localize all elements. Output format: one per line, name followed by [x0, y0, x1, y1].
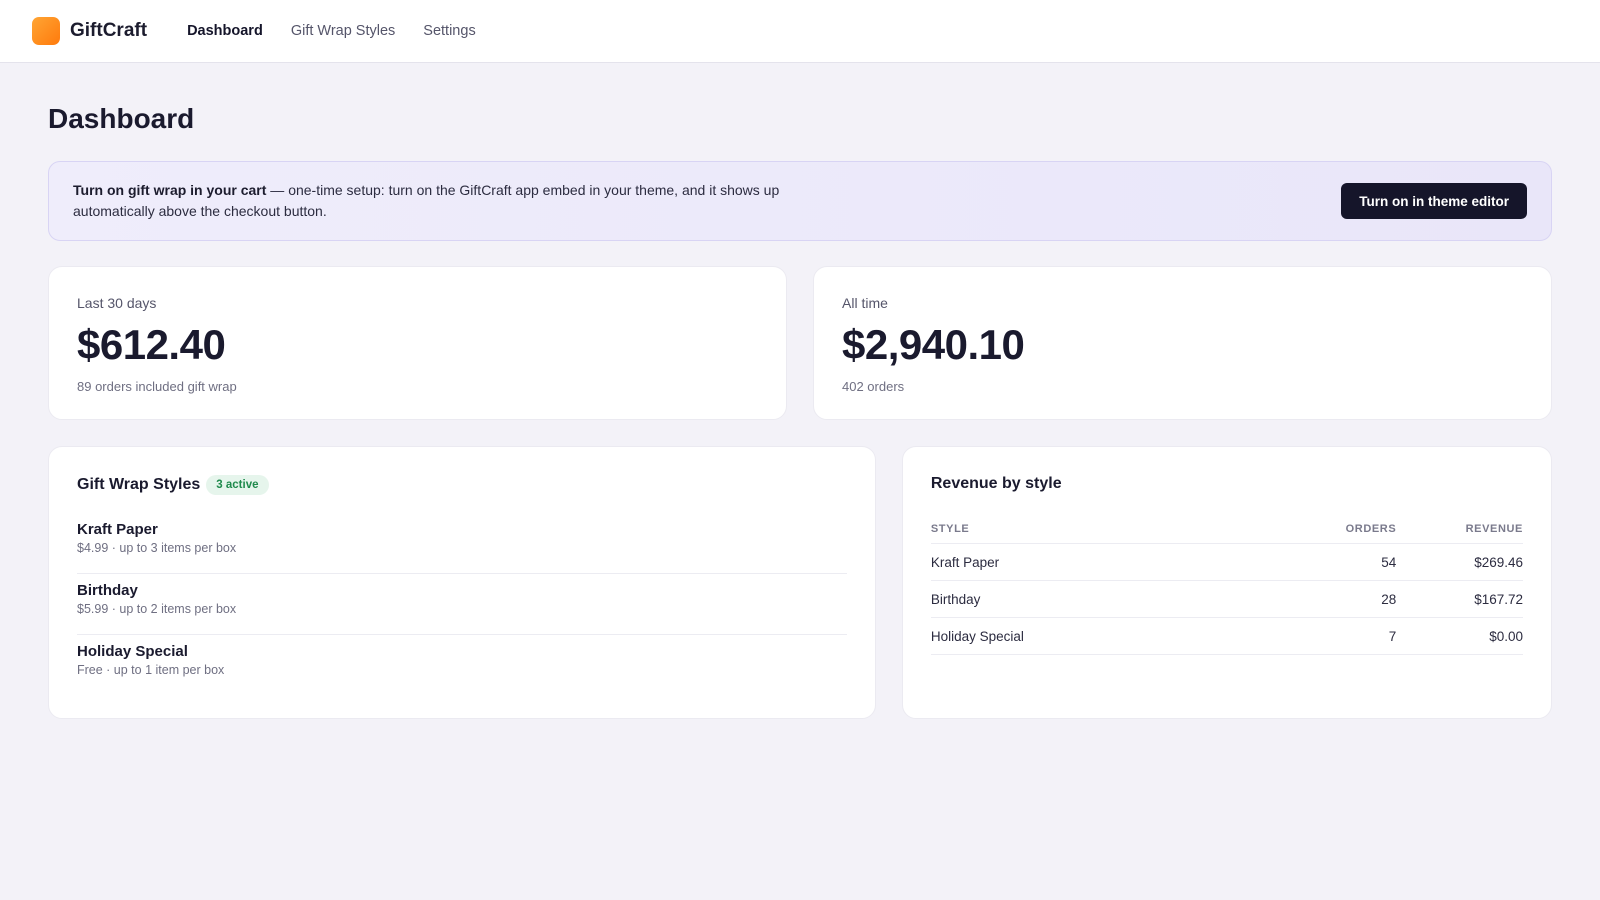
- style-name: Birthday: [77, 582, 138, 599]
- top-bar: GiftCraft Dashboard Gift Wrap Styles Set…: [0, 0, 1600, 63]
- style-list-item[interactable]: Birthday $5.99 · up to 2 items per box: [77, 574, 847, 635]
- brand-name: GiftCraft: [70, 20, 148, 41]
- nav-dashboard[interactable]: Dashboard: [187, 23, 263, 39]
- stats-row: Last 30 days $612.40 89 orders included …: [48, 266, 1552, 420]
- main-nav: Dashboard Gift Wrap Styles Settings: [187, 23, 476, 39]
- column-header-orders: ORDERS: [1136, 511, 1397, 544]
- stat-subtext: 89 orders included gift wrap: [77, 379, 237, 394]
- stat-label: Last 30 days: [77, 295, 157, 311]
- cell-style: Kraft Paper: [930, 543, 1137, 581]
- cell-orders: 7: [1136, 617, 1397, 655]
- cell-orders: 28: [1136, 580, 1397, 618]
- giftcraft-logo-icon: [32, 17, 60, 45]
- column-header-style: STYLE: [930, 511, 1137, 544]
- cell-style: Birthday: [930, 580, 1137, 618]
- table-row: Holiday Special 7 $0.00: [930, 617, 1523, 655]
- revenue-table: STYLE ORDERS REVENUE Kraft Paper 54 $269…: [930, 511, 1523, 655]
- style-description: $4.99 · up to 3 items per box: [77, 541, 237, 555]
- card-title: Gift Wrap Styles: [77, 476, 201, 493]
- table-row: Birthday 28 $167.72: [930, 580, 1523, 618]
- turn-on-theme-editor-button[interactable]: Turn on in theme editor: [1341, 183, 1527, 219]
- banner-text: Turn on gift wrap in your cart — one-tim…: [73, 180, 833, 222]
- style-name: Holiday Special: [77, 643, 188, 660]
- table-row: Kraft Paper 54 $269.46: [930, 543, 1523, 581]
- style-description: Free · up to 1 item per box: [77, 663, 225, 677]
- stat-label: All time: [842, 295, 888, 311]
- lower-row: Gift Wrap Styles 3 active Kraft Paper $4…: [48, 446, 1552, 719]
- revenue-by-style-card: Revenue by style STYLE ORDERS REVENUE Kr…: [901, 446, 1552, 719]
- style-list-item[interactable]: Holiday Special Free · up to 1 item per …: [77, 635, 847, 696]
- stat-value: $2,940.10: [842, 321, 1025, 368]
- stat-card-last-30-days: Last 30 days $612.40 89 orders included …: [48, 266, 787, 420]
- stat-value: $612.40: [77, 321, 226, 368]
- gift-wrap-styles-card: Gift Wrap Styles 3 active Kraft Paper $4…: [48, 446, 876, 719]
- table-header-row: STYLE ORDERS REVENUE: [930, 511, 1523, 544]
- nav-settings[interactable]: Settings: [423, 23, 475, 39]
- setup-banner: Turn on gift wrap in your cart — one-tim…: [48, 161, 1552, 241]
- main-content: Dashboard Turn on gift wrap in your cart…: [0, 63, 1600, 719]
- active-count-badge: 3 active: [206, 475, 269, 495]
- banner-bold-text: Turn on gift wrap in your cart: [73, 182, 267, 198]
- cell-revenue: $0.00: [1396, 617, 1523, 655]
- cell-orders: 54: [1136, 543, 1397, 581]
- stat-subtext: 402 orders: [842, 379, 905, 394]
- cell-style: Holiday Special: [930, 617, 1137, 655]
- nav-gift-wrap-styles[interactable]: Gift Wrap Styles: [291, 23, 395, 39]
- style-description: $5.99 · up to 2 items per box: [77, 602, 237, 616]
- card-title: Revenue by style: [930, 475, 1062, 492]
- cell-revenue: $269.46: [1396, 543, 1523, 581]
- page-title: Dashboard: [48, 103, 195, 134]
- style-list-item[interactable]: Kraft Paper $4.99 · up to 3 items per bo…: [77, 513, 847, 574]
- stat-card-all-time: All time $2,940.10 402 orders: [813, 266, 1552, 420]
- card-header: Revenue by style: [931, 475, 1523, 493]
- column-header-revenue: REVENUE: [1396, 511, 1523, 544]
- style-name: Kraft Paper: [77, 521, 158, 538]
- card-header: Gift Wrap Styles 3 active: [77, 475, 847, 495]
- cell-revenue: $167.72: [1396, 580, 1523, 618]
